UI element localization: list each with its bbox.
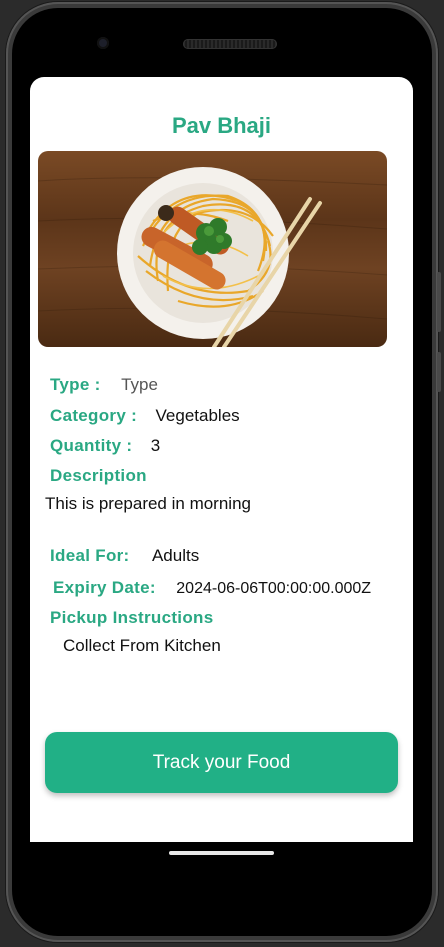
description-label: Description — [50, 466, 147, 485]
type-value: Type — [121, 375, 158, 394]
type-label: Type : — [50, 375, 101, 394]
quantity-label: Quantity : — [50, 436, 133, 455]
navigation-bar — [30, 842, 413, 934]
home-gesture-bar[interactable] — [169, 851, 274, 855]
track-food-button[interactable]: Track your Food — [45, 732, 398, 793]
dish-title: Pav Bhaji — [171, 113, 272, 138]
food-image — [38, 151, 387, 347]
description-value: This is prepared in morning — [45, 494, 251, 513]
expiry-date-label: Expiry Date: — [53, 578, 156, 597]
category-label: Category : — [50, 406, 138, 425]
app-screen: Pav Bhaji Type: Type Category: Vegetab… — [30, 77, 413, 842]
ideal-for-value: Adults — [151, 546, 200, 565]
earpiece-speaker — [183, 39, 277, 49]
volume-button — [437, 272, 441, 332]
ideal-for-label: Ideal For: — [50, 546, 130, 565]
power-button — [437, 352, 441, 392]
pickup-instructions-value: Collect From Kitchen — [63, 636, 221, 655]
pickup-instructions-label: Pickup Instructions — [50, 608, 214, 627]
category-value: Vegetables — [155, 406, 240, 425]
front-camera-icon — [97, 37, 109, 49]
quantity-value: 3 — [150, 436, 161, 455]
expiry-date-value: 2024-06-06T00:00:00.000Z — [176, 580, 372, 597]
